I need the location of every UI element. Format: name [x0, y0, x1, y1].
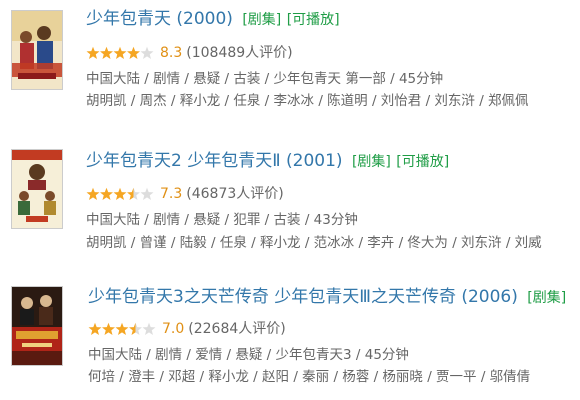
- result-title-line-2: 少年包青天2 少年包青天Ⅱ (2001) [剧集] [可播放]: [86, 150, 449, 173]
- star-icon: [100, 187, 113, 200]
- tag-series-1[interactable]: [剧集]: [242, 12, 281, 28]
- poster-image-2[interactable]: [11, 149, 63, 229]
- poster-image-1[interactable]: [11, 10, 63, 90]
- tag-series-2[interactable]: [剧集]: [352, 154, 391, 170]
- result-title-line-3: 少年包青天3之天芒传奇 少年包青天Ⅲ之天芒传奇 (2006) [剧集]: [88, 286, 566, 309]
- star-icon: [86, 46, 100, 59]
- rating-score-3: 7.0: [162, 321, 185, 337]
- star-icon: [127, 46, 140, 59]
- star-icon: [86, 187, 100, 200]
- rating-stars-2: [86, 187, 154, 200]
- tag-series-3[interactable]: [剧集]: [527, 290, 566, 306]
- result-cast-line-3: 何培 / 澄丰 / 邓超 / 释小龙 / 赵阳 / 秦丽 / 杨蓉 / 杨丽晓 …: [88, 369, 531, 385]
- tag-playable-1[interactable]: [可播放]: [287, 12, 340, 28]
- star-icon: [129, 322, 142, 335]
- star-icon: [115, 322, 129, 335]
- rating-votes-3[interactable]: (22684人评价): [188, 321, 285, 337]
- result-title-link-3[interactable]: 少年包青天3之天芒传奇 少年包青天Ⅲ之天芒传奇 (2006): [88, 287, 518, 307]
- rating-line-2: 7.3 (46873人评价): [86, 185, 284, 203]
- star-icon: [102, 322, 115, 335]
- star-icon: [113, 187, 127, 200]
- star-icon: [140, 187, 154, 200]
- result-title-link-2[interactable]: 少年包青天2 少年包青天Ⅱ (2001): [86, 151, 343, 171]
- star-icon: [113, 46, 127, 59]
- rating-votes-1[interactable]: (108489人评价): [186, 45, 292, 61]
- result-title-link-1[interactable]: 少年包青天 (2000): [86, 9, 233, 29]
- star-icon: [142, 322, 156, 335]
- result-genre-line-1: 中国大陆 / 剧情 / 悬疑 / 古装 / 少年包青天 第一部 / 45分钟: [86, 71, 444, 87]
- result-cast-line-2: 胡明凯 / 曾谨 / 陆毅 / 任泉 / 释小龙 / 范冰冰 / 李卉 / 佟大…: [86, 235, 542, 251]
- result-cast-line-1: 胡明凯 / 周杰 / 释小龙 / 任泉 / 李冰冰 / 陈道明 / 刘怡君 / …: [86, 93, 529, 109]
- rating-line-3: 7.0 (22684人评价): [88, 320, 286, 338]
- rating-stars-1: [86, 46, 154, 59]
- poster-image-3[interactable]: [11, 286, 63, 366]
- rating-score-1: 8.3: [160, 45, 183, 61]
- result-title-line-1: 少年包青天 (2000) [剧集] [可播放]: [86, 8, 340, 31]
- star-icon: [140, 46, 154, 59]
- rating-line-1: 8.3 (108489人评价): [86, 44, 293, 62]
- result-genre-line-2: 中国大陆 / 剧情 / 悬疑 / 犯罪 / 古装 / 43分钟: [86, 212, 358, 228]
- rating-score-2: 7.3: [160, 186, 183, 202]
- star-icon: [88, 322, 102, 335]
- rating-stars-3: [88, 322, 156, 335]
- result-genre-line-3: 中国大陆 / 剧情 / 爱情 / 悬疑 / 少年包青天3 / 45分钟: [88, 347, 409, 363]
- star-icon: [100, 46, 113, 59]
- rating-votes-2[interactable]: (46873人评价): [186, 186, 283, 202]
- tag-playable-2[interactable]: [可播放]: [396, 154, 449, 170]
- star-icon: [127, 187, 140, 200]
